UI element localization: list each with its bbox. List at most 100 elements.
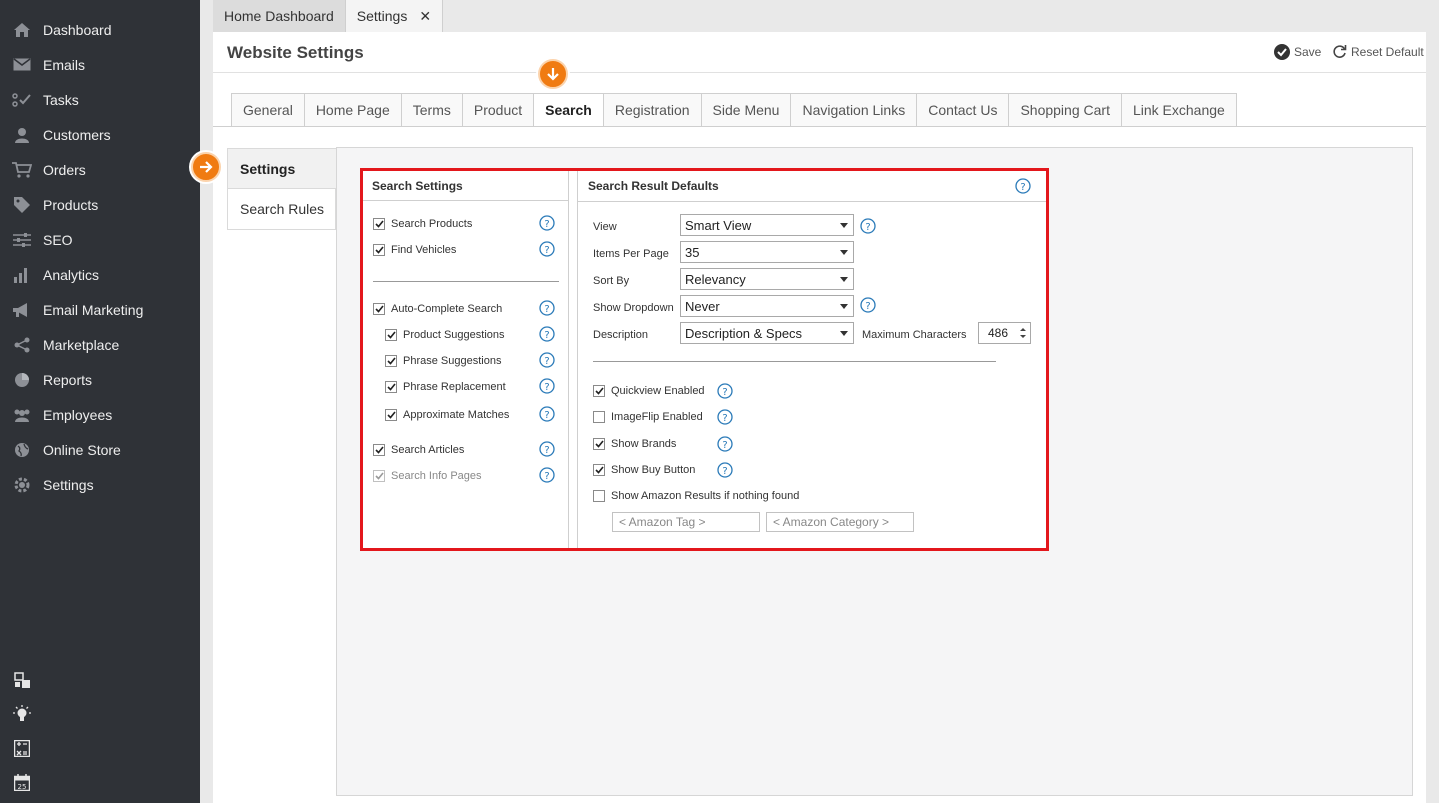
sidebar-item-settings[interactable]: Settings xyxy=(0,467,200,502)
tab-product[interactable]: Product xyxy=(461,93,534,127)
help-icon[interactable]: ? xyxy=(717,409,733,425)
save-button[interactable]: Save xyxy=(1274,44,1321,60)
check-icon xyxy=(374,305,384,313)
help-icon[interactable]: ? xyxy=(539,326,555,342)
subnav-settings[interactable]: Settings xyxy=(227,148,336,189)
reset-default-button[interactable]: Reset Default xyxy=(1332,44,1424,59)
help-icon[interactable]: ? xyxy=(539,406,555,422)
help-icon[interactable]: ? xyxy=(539,378,555,394)
sidebar-item-dashboard[interactable]: Dashboard xyxy=(0,12,200,47)
view-select[interactable]: Smart View xyxy=(680,214,854,236)
help-icon[interactable]: ? xyxy=(1015,178,1031,194)
help-icon[interactable]: ? xyxy=(539,441,555,457)
help-icon[interactable]: ? xyxy=(539,467,555,483)
help-icon[interactable]: ? xyxy=(860,297,876,313)
sidebar-item-seo[interactable]: SEO xyxy=(0,222,200,257)
sidebar-item-online-store[interactable]: Online Store xyxy=(0,432,200,467)
tab-home-dashboard[interactable]: Home Dashboard xyxy=(213,0,346,32)
help-icon[interactable]: ? xyxy=(717,383,733,399)
sidebar-item-reports[interactable]: Reports xyxy=(0,362,200,397)
sidebar-item-emails[interactable]: Emails xyxy=(0,47,200,82)
amazon-category-input[interactable]: < Amazon Category > xyxy=(766,512,914,532)
globe-icon xyxy=(12,440,32,460)
settings-tabs: General Home Page Terms Product Search R… xyxy=(231,93,1237,127)
caret-down-icon xyxy=(840,223,848,228)
tab-contact-us[interactable]: Contact Us xyxy=(916,93,1009,127)
imageflip-checkbox[interactable] xyxy=(593,411,605,423)
users-icon xyxy=(12,405,32,425)
items-per-page-label: Items Per Page xyxy=(593,248,669,260)
search-articles-row: Search Articles xyxy=(373,444,464,456)
phrase-replacement-checkbox[interactable] xyxy=(385,381,397,393)
product-suggestions-checkbox[interactable] xyxy=(385,329,397,341)
sort-by-label: Sort By xyxy=(593,275,630,287)
approximate-matches-checkbox[interactable] xyxy=(385,409,397,421)
arrow-down-marker-icon xyxy=(538,59,568,89)
spinner-arrows-icon[interactable] xyxy=(1018,325,1028,341)
search-articles-checkbox[interactable] xyxy=(373,444,385,456)
tab-general[interactable]: General xyxy=(231,93,304,127)
tab-navigation-links[interactable]: Navigation Links xyxy=(790,93,917,127)
svg-text:?: ? xyxy=(544,410,549,421)
help-icon[interactable]: ? xyxy=(860,218,876,234)
help-icon[interactable]: ? xyxy=(539,352,555,368)
tab-shopping-cart[interactable]: Shopping Cart xyxy=(1008,93,1121,127)
gear-icon xyxy=(12,475,32,495)
lightbulb-icon[interactable] xyxy=(12,704,32,724)
help-icon[interactable]: ? xyxy=(717,462,733,478)
help-icon[interactable]: ? xyxy=(539,241,555,257)
maximum-characters-label: Maximum Characters xyxy=(862,329,967,341)
quickview-checkbox[interactable] xyxy=(593,385,605,397)
items-per-page-select[interactable]: 35 xyxy=(680,241,854,263)
svg-text:?: ? xyxy=(722,466,727,477)
phrase-suggestions-checkbox[interactable] xyxy=(385,355,397,367)
description-select[interactable]: Description & Specs xyxy=(680,322,854,344)
show-amazon-checkbox[interactable] xyxy=(593,490,605,502)
user-icon xyxy=(12,125,32,145)
find-vehicles-checkbox[interactable] xyxy=(373,244,385,256)
svg-text:?: ? xyxy=(544,445,549,456)
sidebar-item-customers[interactable]: Customers xyxy=(0,117,200,152)
close-icon[interactable]: ✕ xyxy=(419,8,431,25)
windows-icon[interactable] xyxy=(12,670,32,690)
sidebar-item-tasks[interactable]: Tasks xyxy=(0,82,200,117)
auto-complete-checkbox[interactable] xyxy=(373,303,385,315)
help-icon[interactable]: ? xyxy=(717,436,733,452)
subnav-search-rules[interactable]: Search Rules xyxy=(227,189,336,230)
amazon-tag-input[interactable]: < Amazon Tag > xyxy=(612,512,760,532)
tab-registration[interactable]: Registration xyxy=(602,93,701,127)
sidebar-item-email-marketing[interactable]: Email Marketing xyxy=(0,292,200,327)
check-icon xyxy=(386,411,396,419)
sort-by-select[interactable]: Relevancy xyxy=(680,268,854,290)
tab-side-menu[interactable]: Side Menu xyxy=(700,93,791,127)
help-icon[interactable]: ? xyxy=(539,300,555,316)
tabs-divider xyxy=(213,126,1426,127)
maximum-characters-input[interactable]: 486 xyxy=(978,322,1031,344)
svg-text:?: ? xyxy=(544,382,549,393)
show-buy-button-row: Show Buy Button xyxy=(593,464,695,476)
sidebar-item-orders[interactable]: Orders xyxy=(0,152,200,187)
tab-settings-top[interactable]: Settings ✕ xyxy=(345,0,444,32)
show-amazon-row: Show Amazon Results if nothing found xyxy=(593,490,799,502)
tab-terms[interactable]: Terms xyxy=(400,93,462,127)
search-info-pages-checkbox[interactable] xyxy=(373,470,385,482)
calculator-icon[interactable] xyxy=(12,738,32,758)
find-vehicles-row: Find Vehicles xyxy=(373,244,456,256)
show-dropdown-select[interactable]: Never xyxy=(680,295,854,317)
svg-text:?: ? xyxy=(544,219,549,230)
sidebar-item-marketplace[interactable]: Marketplace xyxy=(0,327,200,362)
main-panel: Website Settings Save Reset Default Gene… xyxy=(191,32,1426,803)
sidebar-item-analytics[interactable]: Analytics xyxy=(0,257,200,292)
show-brands-checkbox[interactable] xyxy=(593,438,605,450)
tab-search[interactable]: Search xyxy=(533,93,603,127)
tab-home-page[interactable]: Home Page xyxy=(303,93,401,127)
tab-link-exchange[interactable]: Link Exchange xyxy=(1120,93,1237,127)
view-label: View xyxy=(593,221,617,233)
calendar-icon[interactable]: 25 xyxy=(12,772,32,792)
phrase-suggestions-row: Phrase Suggestions xyxy=(385,355,501,367)
search-products-checkbox[interactable] xyxy=(373,218,385,230)
show-buy-button-checkbox[interactable] xyxy=(593,464,605,476)
sidebar-item-products[interactable]: Products xyxy=(0,187,200,222)
sidebar-item-employees[interactable]: Employees xyxy=(0,397,200,432)
help-icon[interactable]: ? xyxy=(539,215,555,231)
